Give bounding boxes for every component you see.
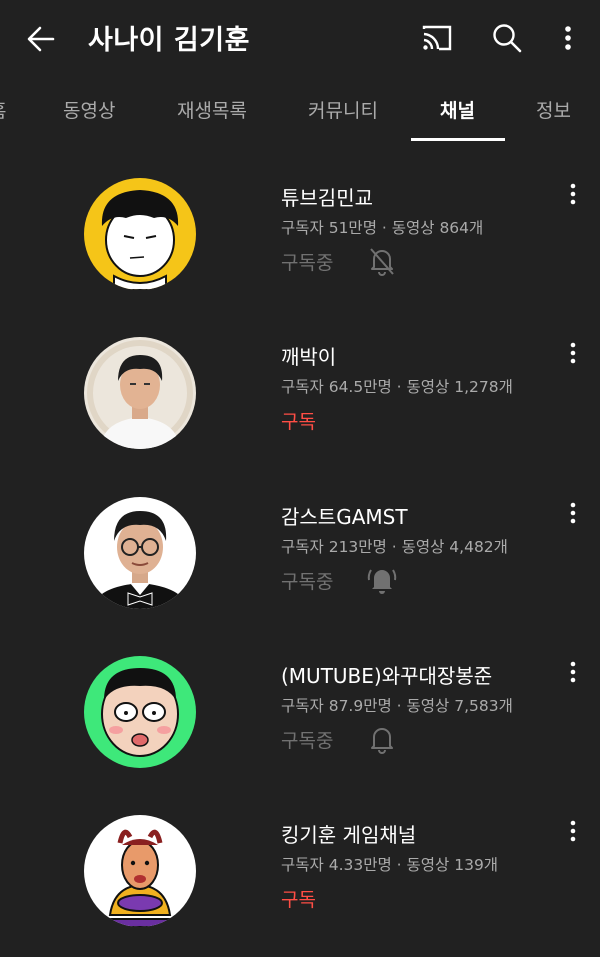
more-vert-icon[interactable] (562, 499, 584, 527)
channel-name[interactable]: 깨박이 (281, 341, 336, 370)
channel-avatar[interactable] (84, 497, 196, 609)
more-vert-icon[interactable] (562, 339, 584, 367)
channel-item[interactable]: 튜브김민교 구독자 51만명 · 동영상 864개 구독중 (0, 160, 600, 320)
channel-avatar[interactable] (84, 178, 196, 290)
tab-home[interactable]: 홈 (0, 96, 6, 123)
subscribed-button[interactable]: 구독중 (281, 726, 333, 753)
subscribed-button[interactable]: 구독중 (281, 567, 333, 594)
tab-videos[interactable]: 동영상 (63, 96, 115, 123)
tab-playlists[interactable]: 재생목록 (177, 96, 247, 123)
channel-avatar[interactable] (84, 656, 196, 768)
subscribe-button[interactable]: 구독 (281, 885, 316, 912)
channel-avatar[interactable] (84, 815, 196, 927)
page-title: 사나이 김기훈 (88, 25, 250, 56)
subscribed-button[interactable]: 구독중 (281, 248, 333, 275)
channel-item[interactable]: 킹기훈 게임채널 구독자 4.33만명 · 동영상 139개 구독 (0, 797, 600, 957)
cast-icon[interactable] (419, 20, 455, 56)
active-tab-indicator (411, 138, 505, 141)
channel-stats: 구독자 64.5만명 · 동영상 1,278개 (281, 378, 513, 396)
channel-item[interactable]: 깨박이 구독자 64.5만명 · 동영상 1,278개 구독 (0, 319, 600, 479)
bell-icon[interactable] (365, 722, 399, 756)
channel-stats: 구독자 4.33만명 · 동영상 139개 (281, 856, 499, 874)
more-options-icon[interactable] (551, 20, 585, 56)
tab-about[interactable]: 정보 (536, 96, 571, 123)
tab-community[interactable]: 커뮤니티 (308, 96, 378, 123)
channel-item[interactable]: 감스트GAMST 구독자 213만명 · 동영상 4,482개 구독중 (0, 479, 600, 639)
channel-stats: 구독자 51만명 · 동영상 864개 (281, 219, 484, 237)
tab-channels[interactable]: 채널 (440, 96, 475, 123)
channel-item[interactable]: (MUTUBE)와꾸대장봉준 구독자 87.9만명 · 동영상 7,583개 구… (0, 638, 600, 798)
search-icon[interactable] (489, 20, 525, 56)
app-header: 사나이 김기훈 (0, 0, 600, 76)
channel-stats: 구독자 213만명 · 동영상 4,482개 (281, 538, 508, 556)
channel-avatar[interactable] (84, 337, 196, 449)
channel-tabs: 홈 동영상 재생목록 커뮤니티 채널 정보 (0, 76, 600, 142)
back-arrow-icon[interactable] (22, 20, 60, 58)
channel-name[interactable]: 튜브김민교 (281, 182, 373, 211)
channel-stats: 구독자 87.9만명 · 동영상 7,583개 (281, 697, 513, 715)
more-vert-icon[interactable] (562, 658, 584, 686)
more-vert-icon[interactable] (562, 180, 584, 208)
more-vert-icon[interactable] (562, 817, 584, 845)
channel-name[interactable]: 감스트GAMST (281, 501, 408, 530)
bell-off-icon[interactable] (365, 244, 399, 278)
channel-name[interactable]: 킹기훈 게임채널 (281, 819, 416, 848)
bell-ringing-icon[interactable] (365, 563, 399, 597)
subscribe-button[interactable]: 구독 (281, 407, 316, 434)
channel-name[interactable]: (MUTUBE)와꾸대장봉준 (281, 660, 492, 689)
